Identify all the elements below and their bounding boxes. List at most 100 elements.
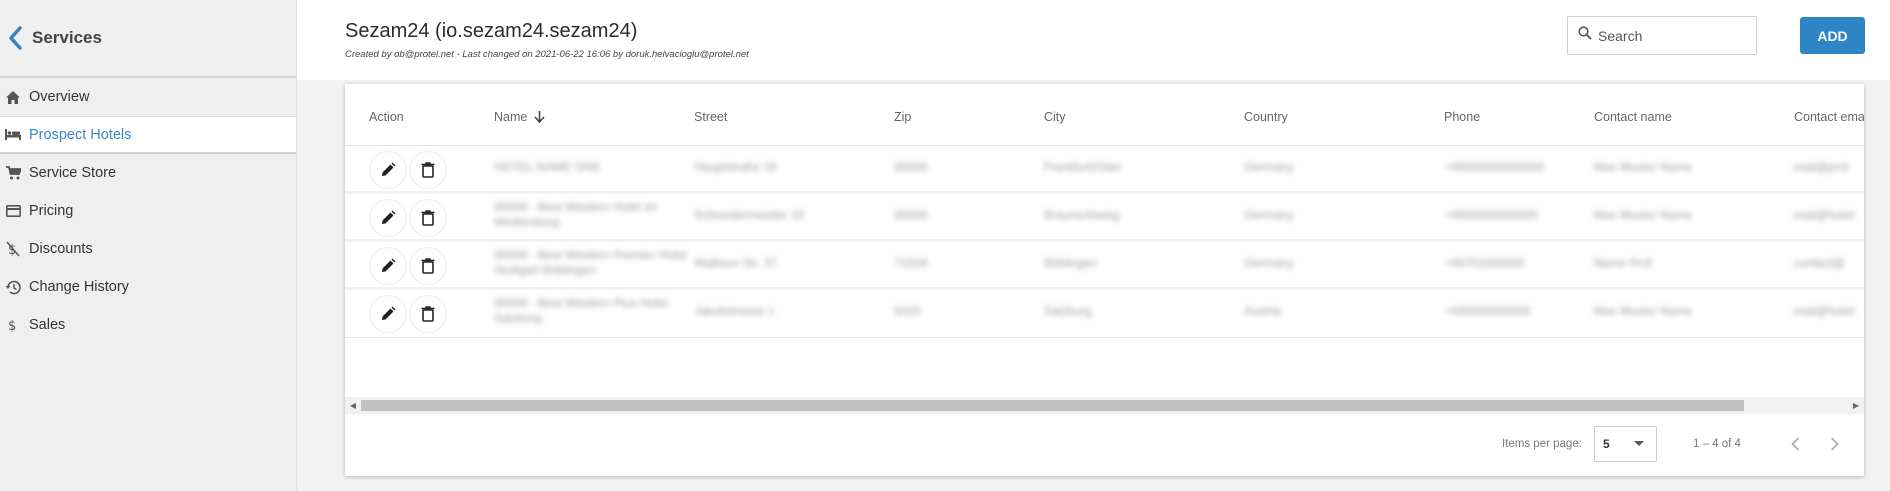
edit-button[interactable]	[369, 199, 407, 237]
arrow-down-icon	[534, 111, 545, 123]
pencil-icon	[382, 162, 396, 176]
cell-contact-email: mail@hotel	[1794, 208, 1855, 222]
sidebar-header[interactable]: Services	[0, 0, 296, 78]
sidebar-item-sales[interactable]: $ Sales	[0, 306, 296, 344]
items-per-page-label: Items per page:	[1502, 438, 1582, 450]
cell-name: 00000 - Best Western Hotel Im Weißenburg	[494, 200, 658, 229]
cell-contact-email: mail@prot	[1794, 160, 1849, 174]
cell-street: Hauptstraße 19	[694, 160, 777, 174]
cell-country: Austria	[1244, 304, 1282, 318]
previous-page-button[interactable]	[1785, 434, 1805, 454]
hotels-table-card: Action Name Street Zip City Country Phon…	[345, 84, 1864, 476]
table-row: HOTEL NAME ONE Hauptstraße 19 00000 Fran…	[345, 146, 1864, 194]
history-icon	[4, 278, 22, 296]
cell-street: Schneidermeister 10	[694, 208, 805, 222]
trash-icon	[421, 258, 435, 274]
sidebar-item-discounts[interactable]: $ Discounts	[0, 230, 296, 268]
sidebar-item-label: Overview	[29, 89, 90, 105]
column-header-zip[interactable]: Zip	[894, 110, 911, 124]
cell-contact-email: contact@	[1794, 256, 1845, 270]
cell-city: Salzburg	[1044, 304, 1092, 318]
items-per-page-select[interactable]: 5	[1594, 426, 1657, 462]
edit-button[interactable]	[369, 295, 407, 333]
page-header: Sezam24 (io.sezam24.sezam24) Created by …	[297, 0, 1890, 80]
search-box[interactable]	[1567, 16, 1757, 55]
delete-button[interactable]	[409, 199, 447, 237]
edit-button[interactable]	[369, 151, 407, 189]
cell-city: Böblingen	[1044, 256, 1098, 270]
next-page-button[interactable]	[1824, 434, 1844, 454]
cell-name: HOTEL NAME ONE	[494, 160, 601, 174]
cell-phone: +49701000000	[1444, 256, 1525, 270]
caret-down-icon	[1634, 441, 1644, 446]
page-subtitle: Created by ob@protel.net - Last changed …	[345, 49, 749, 60]
column-header-label: Name	[494, 110, 528, 124]
sidebar-item-change-history[interactable]: Change History	[0, 268, 296, 306]
discount-icon: $	[4, 240, 22, 258]
cell-phone: +4900000000000	[1444, 208, 1538, 222]
sidebar-item-label: Pricing	[29, 203, 74, 219]
cell-zip: 71034	[894, 256, 928, 270]
add-button[interactable]: ADD	[1800, 17, 1865, 54]
column-header-street[interactable]: Street	[694, 110, 727, 124]
sidebar-nav: Overview Prospect Hotels Service Store P…	[0, 78, 296, 344]
sidebar-item-prospect-hotels[interactable]: Prospect Hotels	[0, 116, 296, 154]
home-icon	[4, 88, 22, 106]
sidebar-title: Services	[32, 28, 102, 47]
cell-contact-email: mail@hotel	[1794, 304, 1855, 318]
trash-icon	[421, 210, 435, 226]
chevron-left-icon	[1790, 437, 1799, 451]
cell-name: 00000 - Best Western Premier Hotel Stutt…	[494, 248, 687, 277]
delete-button[interactable]	[409, 295, 447, 333]
column-header-name[interactable]: Name	[494, 110, 545, 124]
cell-zip: 00000	[894, 208, 928, 222]
page-range-label: 1 – 4 of 4	[1693, 438, 1741, 450]
credit-card-icon	[4, 202, 22, 220]
chevron-left-icon[interactable]	[4, 23, 26, 53]
column-header-contact-name[interactable]: Contact name	[1594, 110, 1672, 124]
delete-button[interactable]	[409, 151, 447, 189]
cell-phone: +49000000000000	[1444, 160, 1545, 174]
paginator: Items per page: 5 1 – 4 of 4	[345, 424, 1864, 464]
scroll-right-arrow-icon[interactable]: ▶	[1851, 400, 1861, 411]
sidebar-item-pricing[interactable]: Pricing	[0, 192, 296, 230]
cell-city: Frankfurt/Oder	[1044, 160, 1123, 174]
column-header-contact-email[interactable]: Contact ema	[1794, 110, 1864, 124]
cell-name: 00000 - Best Western Plus Hotel Salzburg	[494, 296, 668, 325]
table-row: 00000 - Best Western Plus Hotel Salzburg…	[345, 290, 1864, 338]
cell-street: Wallison Str. 37	[694, 256, 777, 270]
cell-zip: 00000	[894, 160, 928, 174]
sidebar: Services Overview Prospect Hotels Servic…	[0, 0, 297, 491]
pencil-icon	[382, 306, 396, 320]
horizontal-scrollbar[interactable]: ◀ ▶	[345, 397, 1864, 414]
column-header-country[interactable]: Country	[1244, 110, 1288, 124]
cell-country: Germany	[1244, 208, 1294, 222]
sidebar-item-label: Prospect Hotels	[29, 126, 132, 143]
delete-button[interactable]	[409, 247, 447, 285]
items-per-page-value: 5	[1603, 437, 1610, 451]
cell-zip: 5020	[894, 304, 921, 318]
column-header-city[interactable]: City	[1044, 110, 1066, 124]
table-row: 00000 - Best Western Premier Hotel Stutt…	[345, 242, 1864, 290]
column-header-phone[interactable]: Phone	[1444, 110, 1480, 124]
sidebar-item-label: Service Store	[29, 165, 117, 181]
pencil-icon	[382, 210, 396, 224]
bed-icon	[4, 126, 22, 144]
table-row: 00000 - Best Western Hotel Im Weißenburg…	[345, 194, 1864, 242]
cart-icon	[4, 164, 22, 182]
svg-text:$: $	[8, 319, 16, 333]
cell-contact-name: Max Muster Name	[1594, 160, 1693, 174]
dollar-icon: $	[4, 316, 22, 334]
sidebar-item-service-store[interactable]: Service Store	[0, 154, 296, 192]
edit-button[interactable]	[369, 247, 407, 285]
search-icon	[1578, 26, 1592, 45]
sidebar-item-overview[interactable]: Overview	[0, 78, 296, 116]
search-input[interactable]	[1598, 27, 1738, 44]
scroll-left-arrow-icon[interactable]: ◀	[348, 400, 358, 411]
sidebar-item-label: Sales	[29, 317, 66, 333]
sidebar-item-label: Discounts	[29, 241, 93, 257]
cell-contact-name: Max Muster Name	[1594, 208, 1693, 222]
scrollbar-thumb[interactable]	[361, 400, 1744, 411]
cell-country: Germany	[1244, 256, 1294, 270]
page-title: Sezam24 (io.sezam24.sezam24)	[345, 20, 638, 42]
